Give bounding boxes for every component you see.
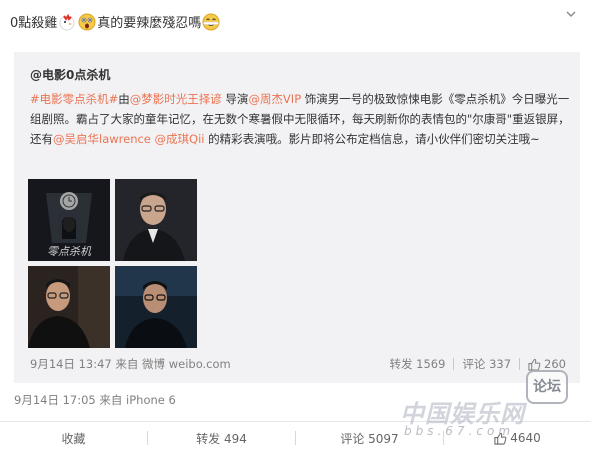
weibo-post: 0點殺雞 真的要辣麼殘忍嗎 @电影0点杀机 #电影零点杀机#由@梦影时光王择谚 … [0,0,591,454]
post-meta[interactable]: 9月14日 17:05 来自 iPhone 6 [14,392,176,408]
laughing-face-icon [202,13,220,31]
thumbs-up-icon [528,358,541,371]
post-text-part2: 真的要辣麼殘忍嗎 [97,16,202,31]
divider [519,358,521,370]
shocked-face-icon [78,13,96,31]
quoted-text-segment: 的精彩表演哦。影片即将公布定档信息，请小伙伴们密切关注哦~ [204,132,540,146]
actor-photo-1[interactable] [115,179,197,261]
favorite-button[interactable]: 收藏 [0,430,147,447]
post-text-part1: 0點殺雞 [10,16,58,31]
repost-label: 转发 494 [196,431,247,446]
quoted-post: @电影0点杀机 #电影零点杀机#由@梦影时光王择谚 导演@周杰VIP 饰演男一号… [14,52,580,383]
thumbs-up-icon [494,432,507,445]
actor-photo-2[interactable] [28,266,110,348]
mention-actor-2[interactable]: @吴启华lawrence [53,132,151,146]
like-count: 4640 [510,431,541,445]
action-bar: 收藏 转发 494 评论 5097 4640 [0,421,591,454]
quoted-repost-button[interactable]: 转发 1569 [390,356,446,372]
mention-actor[interactable]: @周杰VIP [248,92,301,106]
quoted-text: #电影零点杀机#由@梦影时光王择谚 导演@周杰VIP 饰演男一号的极致惊悚电影《… [30,89,570,149]
comment-label: 评论 5097 [340,431,399,446]
favorite-label: 收藏 [61,431,86,446]
image-grid: 零点杀机 [28,179,200,349]
like-button[interactable]: 4640 [444,431,591,445]
repost-button[interactable]: 转发 494 [148,430,295,447]
comment-button[interactable]: 评论 5097 [296,430,443,447]
quoted-like-count: 260 [544,357,566,371]
quoted-like-button[interactable]: 260 [528,357,566,371]
quoted-meta[interactable]: 9月14日 13:47 来自 微博 weibo.com [30,356,231,372]
post-text: 0點殺雞 真的要辣麼殘忍嗎 [10,12,221,31]
poster-image[interactable]: 零点杀机 [28,179,110,261]
divider [453,358,455,370]
mention-actress[interactable]: @成琪Qii [155,132,205,146]
hashtag-link[interactable]: #电影零点杀机# [30,92,118,106]
chicken-icon [58,13,76,31]
mention-director[interactable]: @梦影时光王择谚 [130,92,222,106]
chevron-down-icon[interactable] [565,8,577,20]
quoted-comment-button[interactable]: 评论 337 [462,356,511,372]
actor-photo-3[interactable] [115,266,197,348]
svg-text:零点杀机: 零点杀机 [47,245,92,258]
quoted-text-segment: 由 [118,92,130,106]
quoted-text-segment: 导演 [221,92,249,106]
quoted-actions: 转发 1569 评论 337 260 [390,356,566,372]
quoted-author[interactable]: @电影0点杀机 [30,66,110,83]
